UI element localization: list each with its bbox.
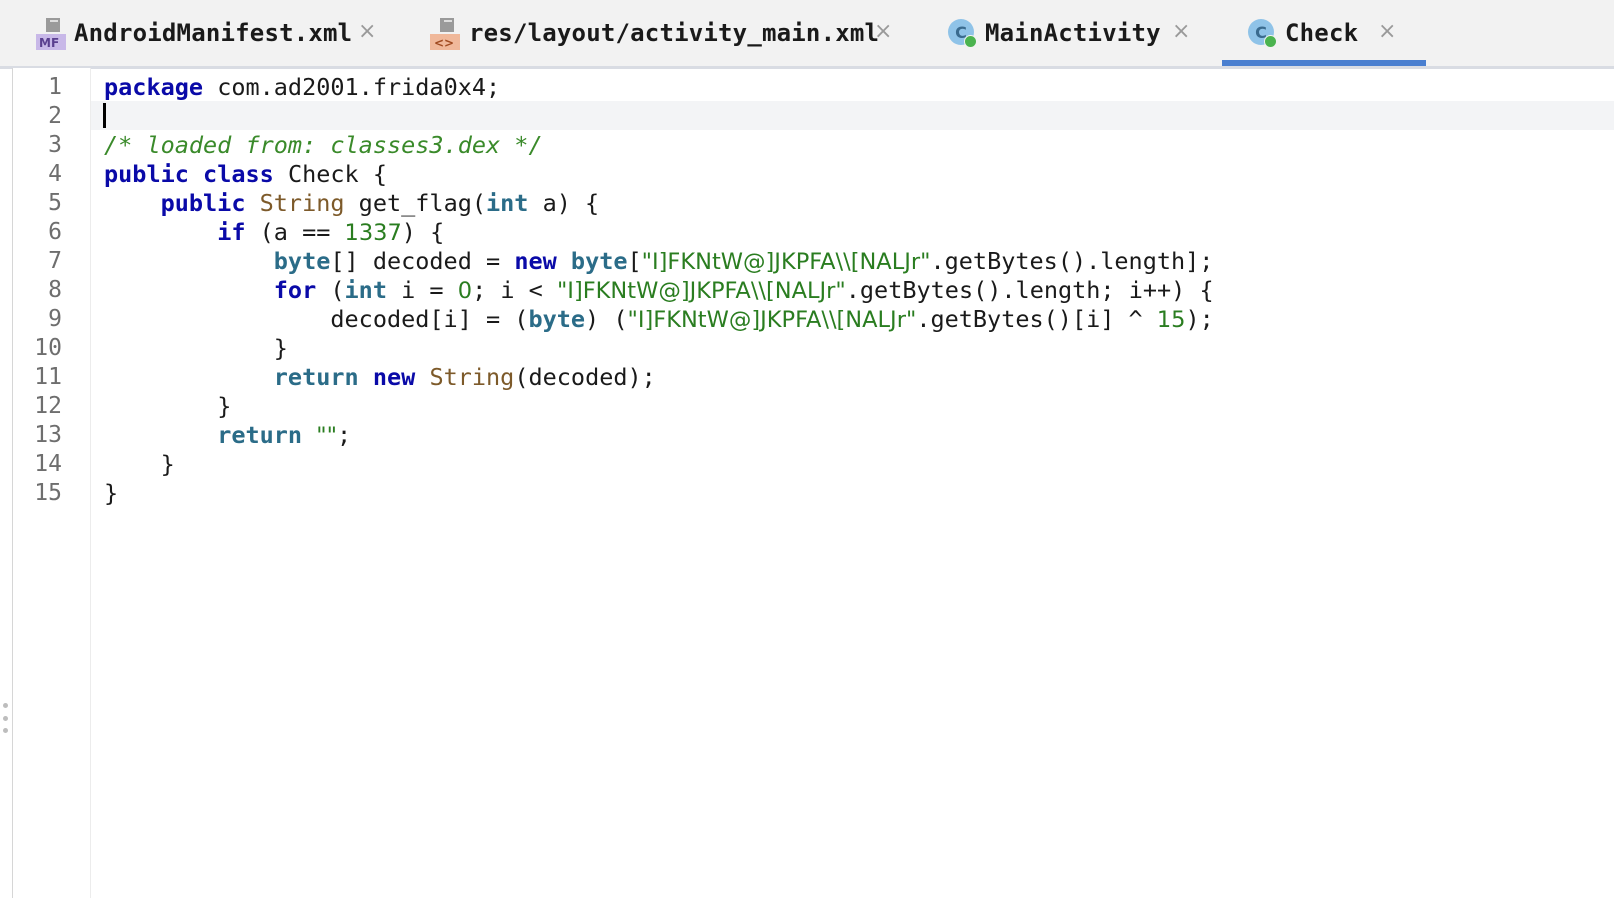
line-number: 9 — [48, 306, 62, 332]
code-line-14: } — [160, 450, 175, 478]
close-tab-icon[interactable]: × — [874, 20, 892, 44]
line-number: 1 — [48, 74, 62, 100]
tab-label: res/layout/activity_main.xml — [469, 19, 880, 47]
editor-tab-bar: MF AndroidManifest.xml × <> res/layout/a… — [0, 0, 1614, 69]
class-icon: C — [1248, 19, 1277, 48]
svg-text:MF: MF — [39, 36, 59, 50]
code-line-10: } — [273, 334, 288, 362]
tab-android-manifest[interactable]: MF AndroidManifest.xml × — [36, 0, 396, 66]
line-number: 11 — [34, 364, 62, 390]
svg-text:<>: <> — [434, 36, 454, 50]
line-number: 7 — [48, 248, 62, 274]
line-number: 13 — [34, 422, 62, 448]
close-tab-icon[interactable]: × — [358, 20, 376, 44]
line-number-gutter: 1 2 3 4 5 6 7 8 9 10 11 12 13 14 15 — [13, 68, 91, 898]
line-number: 4 — [48, 161, 62, 187]
tab-check[interactable]: C Check × — [1248, 0, 1418, 66]
code-line-8: for (int i = 0; i < "I]FKNtW@]JKPFA\\[NA… — [273, 276, 1214, 304]
code-line-11: return new String(decoded); — [273, 363, 656, 391]
manifest-file-icon: MF — [36, 18, 66, 50]
code-line-12: } — [217, 392, 232, 420]
close-tab-icon[interactable]: × — [1172, 20, 1190, 44]
line-number: 8 — [48, 277, 62, 303]
line-number: 3 — [48, 132, 62, 158]
class-icon: C — [948, 19, 977, 48]
tab-label: AndroidManifest.xml — [74, 19, 353, 47]
code-line-4: public class Check { — [104, 160, 387, 188]
line-number: 6 — [48, 219, 62, 245]
code-line-9: decoded[i] = (byte) ("I]FKNtW@]JKPFA\\[N… — [330, 305, 1214, 333]
line-number: 12 — [34, 393, 62, 419]
text-caret — [103, 103, 106, 128]
code-line-7: byte[] decoded = new byte["I]FKNtW@]JKPF… — [273, 247, 1214, 275]
tab-main-activity[interactable]: C MainActivity × — [948, 0, 1208, 66]
code-line-3: /* loaded from: classes3.dex */ — [104, 131, 543, 159]
tab-label: Check — [1285, 19, 1359, 47]
code-line-13: return ""; — [217, 421, 352, 449]
line-number: 14 — [34, 451, 62, 477]
layout-xml-file-icon: <> — [430, 18, 460, 50]
code-line-5: public String get_flag(int a) { — [160, 189, 600, 217]
code-editor[interactable]: 1 2 3 4 5 6 7 8 9 10 11 12 13 14 15 pack… — [12, 68, 1614, 898]
current-line-highlight — [91, 101, 1614, 130]
tab-activity-main-layout[interactable]: <> res/layout/activity_main.xml × — [430, 0, 910, 66]
panel-resize-handle[interactable] — [3, 703, 9, 733]
close-tab-icon[interactable]: × — [1378, 20, 1396, 44]
line-number: 2 — [48, 103, 62, 129]
tab-label: MainActivity — [985, 19, 1161, 47]
code-line-15: } — [104, 479, 119, 507]
active-tab-indicator — [1222, 60, 1426, 66]
code-line-6: if (a == 1337) { — [217, 218, 445, 246]
line-number: 15 — [34, 480, 62, 506]
line-number: 10 — [34, 335, 62, 361]
line-number: 5 — [48, 190, 62, 216]
code-line-1: package com.ad2001.frida0x4; — [104, 73, 501, 101]
